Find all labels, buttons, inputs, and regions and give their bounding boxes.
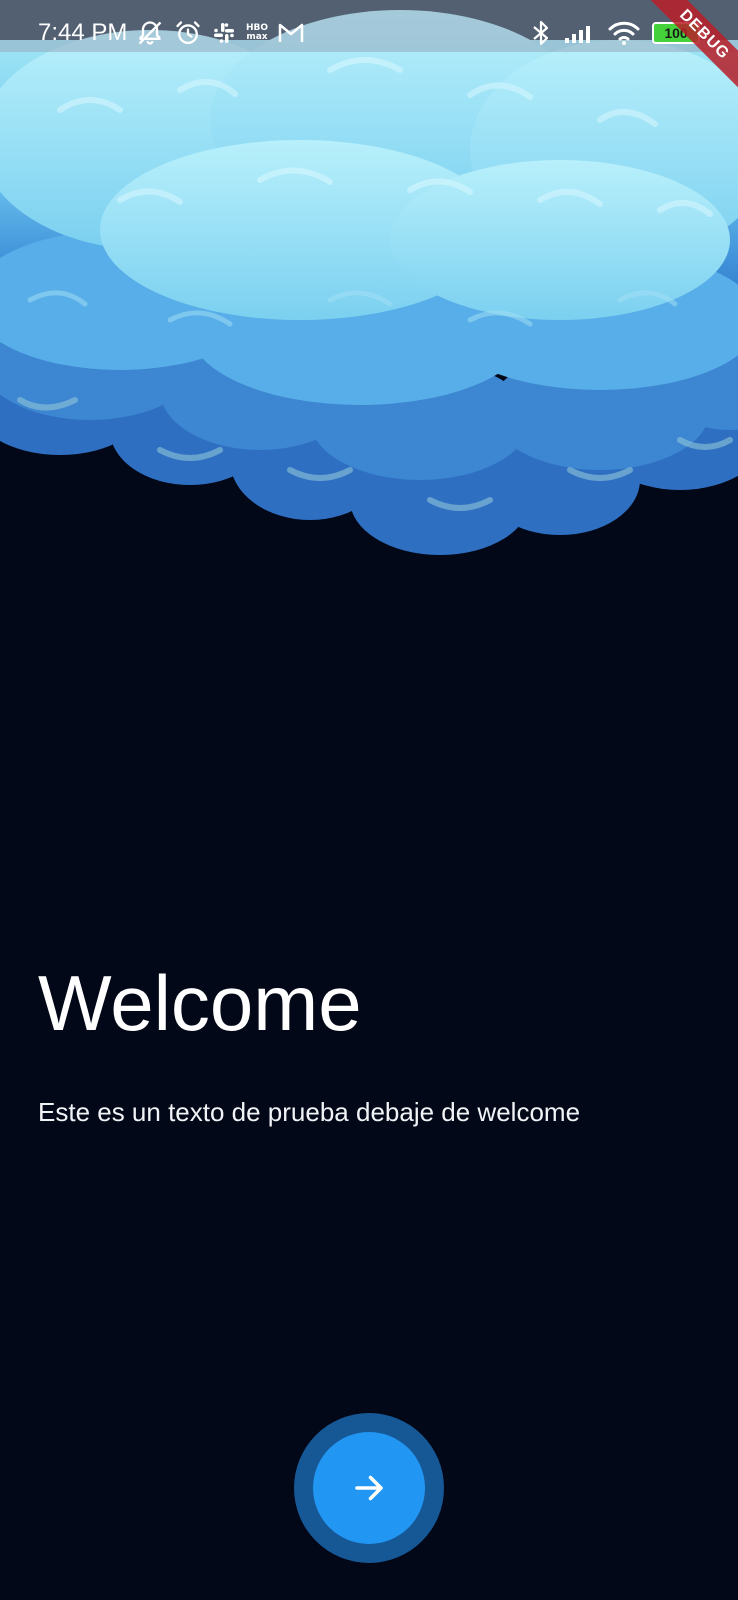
gmail-icon — [278, 23, 304, 42]
status-time: 7:44 PM — [38, 19, 128, 46]
next-button-inner[interactable] — [313, 1432, 425, 1544]
cloud-illustration — [0, 10, 738, 555]
alarm-icon — [176, 21, 200, 45]
wifi-icon — [608, 21, 640, 45]
hbo-label-bottom: max — [246, 32, 268, 42]
next-button[interactable] — [294, 1413, 444, 1563]
welcome-screen: 7:44 PM HBO max 100 DEBUG Welcome Este e… — [0, 0, 738, 1600]
cell-signal-icon — [565, 26, 590, 43]
status-left-icons: HBO max — [136, 18, 304, 48]
slack-icon — [214, 23, 234, 43]
welcome-title: Welcome — [38, 959, 362, 1047]
hbo-max-icon: HBO max — [246, 24, 268, 42]
welcome-subtitle: Este es un texto de prueba debaje de wel… — [38, 1097, 581, 1127]
notifications-off-icon — [138, 21, 162, 45]
bluetooth-icon — [533, 20, 549, 46]
arrow-right-icon — [355, 1475, 383, 1501]
status-bar: 7:44 PM HBO max 100 — [0, 0, 738, 52]
